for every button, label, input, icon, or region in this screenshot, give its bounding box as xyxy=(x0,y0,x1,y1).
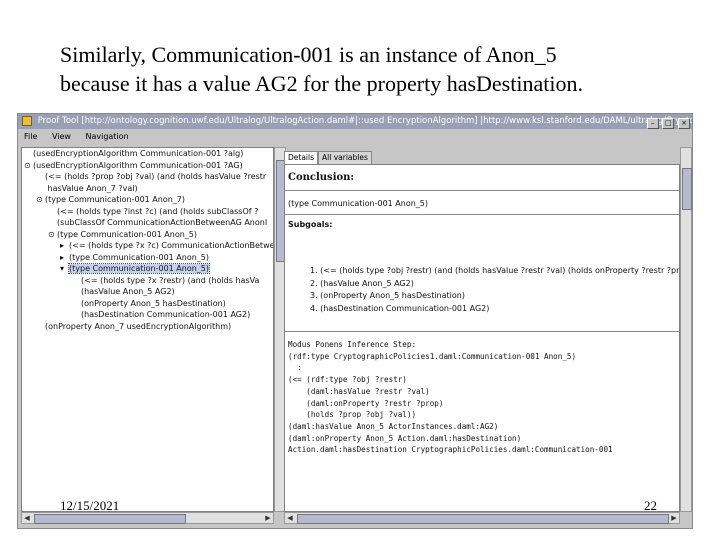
tree-node-label: (onProperty Anon_7 usedEncryptionAlgorit… xyxy=(45,321,232,331)
tree-node[interactable]: ▾ (type Communication-001 Anon_5) xyxy=(22,263,273,275)
tree-node[interactable]: ▸ (type Communication-001 Anon_5) xyxy=(22,252,273,264)
tree-node[interactable]: ▸ (<= (holds type ?x ?c) CommunicationAct… xyxy=(22,240,273,252)
details-pane: Details All variables Conclusion: (type C… xyxy=(284,147,680,512)
menu-navigation[interactable]: Navigation xyxy=(85,132,128,141)
divider xyxy=(285,331,679,332)
details-panel: Conclusion: (type Communication-001 Anon… xyxy=(284,164,680,512)
subgoal-item[interactable]: 4. (hasDestination Communication-001 AG2… xyxy=(310,303,679,316)
tree-node-label: (hasValue Anon_5 AG2) xyxy=(81,287,175,296)
tree-node[interactable]: ⊙ (type Communication-001 Anon_7) xyxy=(22,194,273,206)
tree-expand-icon[interactable]: ⊙ xyxy=(48,229,57,241)
divider xyxy=(285,214,679,215)
subgoal-item[interactable]: 3. (onProperty Anon_5 hasDestination) xyxy=(310,290,679,303)
tab-details[interactable]: Details xyxy=(284,151,319,164)
tab-all-variables[interactable]: All variables xyxy=(318,151,372,164)
tree-node[interactable]: (onProperty Anon_7 usedEncryptionAlgorit… xyxy=(22,321,273,333)
proof-tree-horizontal-scrollbar[interactable]: ◀ ▶ xyxy=(21,512,274,524)
close-icon[interactable]: × xyxy=(678,118,690,129)
tree-node[interactable]: (hasDestination Communication-001 AG2) xyxy=(22,309,273,321)
scroll-right-icon[interactable]: ▶ xyxy=(669,513,679,523)
tree-expand-icon[interactable]: ▸ xyxy=(60,240,69,252)
tree-node[interactable]: (<= (holds ?prop ?obj ?val) (and (holds … xyxy=(22,171,273,183)
tree-node-label: (usedEncryptionAlgorithm Communication-0… xyxy=(33,149,244,158)
subgoal-list: 1. (<= (holds type ?obj ?restr) (and (ho… xyxy=(310,265,679,316)
tree-expand-icon[interactable]: ⊙ xyxy=(36,194,45,206)
tree-node-label: (<= (holds type ?inst ?c) (and (holds su… xyxy=(57,206,259,216)
conclusion-text: (type Communication-001 Anon_5) xyxy=(288,199,429,208)
slide-title-line-1: Similarly, Communication-001 is an insta… xyxy=(60,42,557,67)
tree-node-label: (type Communication-001 Anon_7) xyxy=(45,195,186,204)
tree-node[interactable]: (subClassOf CommunicationActionBetweenAG… xyxy=(22,217,273,229)
scroll-thumb[interactable] xyxy=(34,514,186,524)
subgoal-item[interactable]: 1. (<= (holds type ?obj ?restr) (and (ho… xyxy=(310,265,679,278)
tree-node-label: (<= (holds type ?x ?restr) (and (holds h… xyxy=(81,275,260,285)
slide-date: 12/15/2021 xyxy=(60,498,120,513)
proof-tree: (usedEncryptionAlgorithm Communication-0… xyxy=(22,148,273,332)
tree-node[interactable]: ⊙ (type Communication-001 Anon_5) xyxy=(22,229,273,241)
details-tabs: Details All variables xyxy=(284,151,372,164)
tree-node-label: (type Communication-001 Anon_5) xyxy=(67,263,211,274)
menu-file[interactable]: File xyxy=(24,132,37,141)
scroll-right-icon[interactable]: ▶ xyxy=(263,513,273,523)
tree-node-label: (type Communication-001 Anon_5) xyxy=(69,252,210,262)
details-horizontal-scrollbar[interactable]: ◀ ▶ xyxy=(284,512,680,524)
details-vertical-scrollbar[interactable] xyxy=(680,147,692,512)
tree-node[interactable]: hasValue Anon_7 ?val) xyxy=(22,183,273,195)
scroll-left-icon[interactable]: ◀ xyxy=(285,513,295,523)
subgoals-heading: Subgoals: xyxy=(288,220,333,229)
slide-title: Similarly, Communication-001 is an insta… xyxy=(60,40,700,98)
scroll-left-icon[interactable]: ◀ xyxy=(22,513,32,523)
app-icon xyxy=(22,115,32,126)
tree-node[interactable]: ⊙ (usedEncryptionAlgorithm Communication-… xyxy=(22,160,273,172)
tree-node-label: (hasDestination Communication-001 AG2) xyxy=(81,310,251,319)
tree-node-label: hasValue Anon_7 ?val) xyxy=(45,183,138,193)
proof-tool-window: Proof Tool [http://ontology.cognition.uw… xyxy=(17,113,693,529)
slide-title-line-2: because it has a value AG2 for the prope… xyxy=(60,71,583,96)
tree-node-label: (<= (holds type ?x ?c) CommunicationActi… xyxy=(69,241,274,250)
tree-node-label: (<= (holds ?prop ?obj ?val) (and (holds … xyxy=(45,172,267,181)
proof-tree-pane: (usedEncryptionAlgorithm Communication-0… xyxy=(21,147,274,512)
window-controls: – □ × xyxy=(646,116,690,129)
window-title: Proof Tool [http://ontology.cognition.uw… xyxy=(37,116,692,126)
tree-node[interactable]: (hasValue Anon_5 AG2) xyxy=(22,286,273,298)
tree-expand-icon[interactable]: ⊙ xyxy=(24,160,33,172)
minimize-icon[interactable]: – xyxy=(646,118,659,129)
tree-node-label: (onProperty Anon_5 hasDestination) xyxy=(81,298,226,308)
tree-node[interactable]: (onProperty Anon_5 hasDestination) xyxy=(22,298,273,310)
inference-step-text: Modus Ponens Inference Step: (rdf:type C… xyxy=(288,340,613,455)
tree-expand-icon[interactable]: ▾ xyxy=(60,263,69,275)
subgoal-item[interactable]: 2. (hasValue Anon_5 AG2) xyxy=(310,278,679,291)
window-titlebar[interactable]: Proof Tool [http://ontology.cognition.uw… xyxy=(18,114,692,129)
menu-bar: File View Navigation xyxy=(18,130,692,144)
tree-node-label: (usedEncryptionAlgorithm Communication-0… xyxy=(33,160,243,170)
slide-page-number: 22 xyxy=(644,498,657,513)
maximize-icon[interactable]: □ xyxy=(662,118,675,129)
scroll-thumb[interactable] xyxy=(682,168,692,210)
tree-node[interactable]: (usedEncryptionAlgorithm Communication-0… xyxy=(22,148,273,160)
scroll-thumb[interactable] xyxy=(297,514,669,524)
divider xyxy=(285,190,679,191)
tree-expand-icon[interactable]: ▸ xyxy=(60,252,69,264)
tree-node-label: (type Communication-001 Anon_5) xyxy=(57,229,198,239)
tree-node[interactable]: (<= (holds type ?x ?restr) (and (holds h… xyxy=(22,275,273,287)
conclusion-heading: Conclusion: xyxy=(288,172,355,183)
tree-node[interactable]: (<= (holds type ?inst ?c) (and (holds su… xyxy=(22,206,273,218)
menu-view[interactable]: View xyxy=(52,132,71,141)
tree-node-label: (subClassOf CommunicationActionBetweenAG… xyxy=(57,218,268,227)
